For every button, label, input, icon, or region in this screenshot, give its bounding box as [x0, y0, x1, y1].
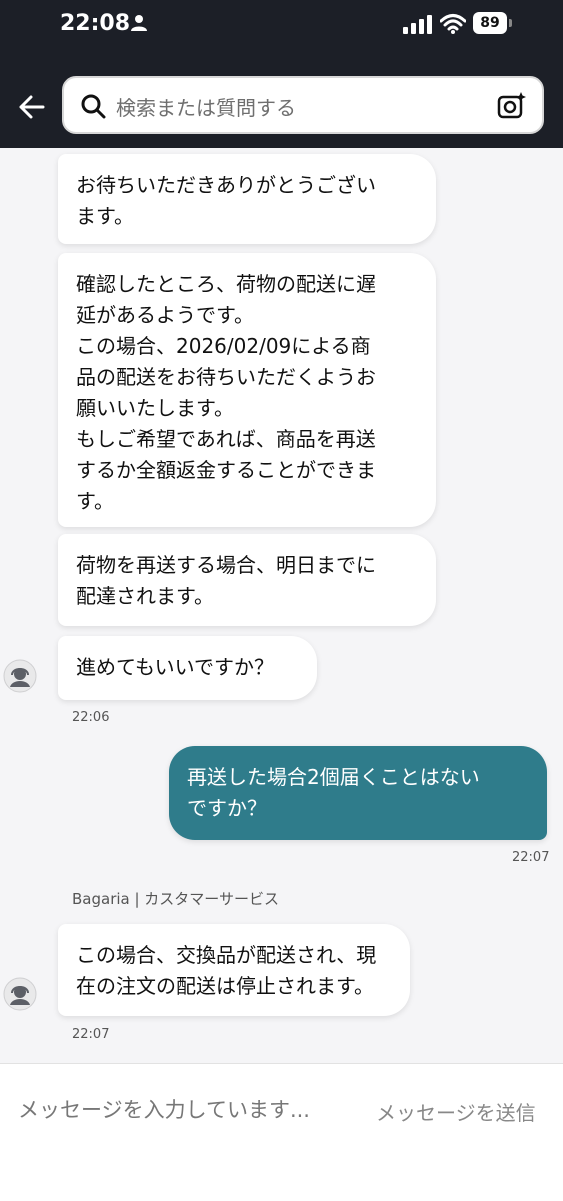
message-input[interactable]: メッセージを入力しています... [18, 1094, 310, 1124]
status-bar: 22:08 89 [0, 0, 563, 50]
user-message: 再送した場合2個届くことはない ですか？ [169, 746, 547, 840]
message-time: 22:06 [72, 710, 110, 725]
search-input[interactable]: 検索または質問する [62, 76, 544, 134]
message-composer: メッセージを入力しています... メッセージを送信 [0, 1063, 563, 1201]
agent-message: この場合、交換品が配送され、現 在の注文の配送は停止されます。 [58, 924, 410, 1016]
agent-message: 進めてもいいですか？ [58, 636, 317, 700]
search-placeholder: 検索または質問する [116, 96, 296, 120]
battery-tip [509, 19, 512, 27]
send-button[interactable]: メッセージを送信 [376, 1097, 536, 1126]
message-time: 22:07 [72, 1027, 110, 1042]
sender-name: Bagaria | カスタマーサービス [72, 890, 280, 908]
chat-area[interactable]: お待ちいただきありがとうござい ます。 確認したところ、荷物の配送に遅 延がある… [0, 148, 563, 1063]
agent-message: お待ちいただきありがとうござい ます。 [58, 154, 436, 244]
camera-icon[interactable] [496, 90, 528, 122]
agent-message: 確認したところ、荷物の配送に遅 延があるようです。 この場合、2026/02/0… [58, 253, 436, 527]
message-time: 22:07 [512, 850, 550, 865]
battery-level: 89 [480, 15, 500, 31]
search-icon [81, 94, 106, 119]
status-time: 22:08 [60, 11, 131, 36]
agent-avatar-icon [3, 659, 37, 693]
battery-indicator: 89 [473, 12, 507, 34]
signal-icon [403, 15, 432, 34]
agent-message: 荷物を再送する場合、明日までに 配達されます。 [58, 534, 436, 626]
person-icon [131, 15, 147, 31]
agent-avatar-icon [3, 977, 37, 1011]
app-header: 検索または質問する [0, 50, 563, 148]
wifi-icon [440, 14, 466, 34]
back-arrow-icon[interactable] [12, 87, 52, 127]
